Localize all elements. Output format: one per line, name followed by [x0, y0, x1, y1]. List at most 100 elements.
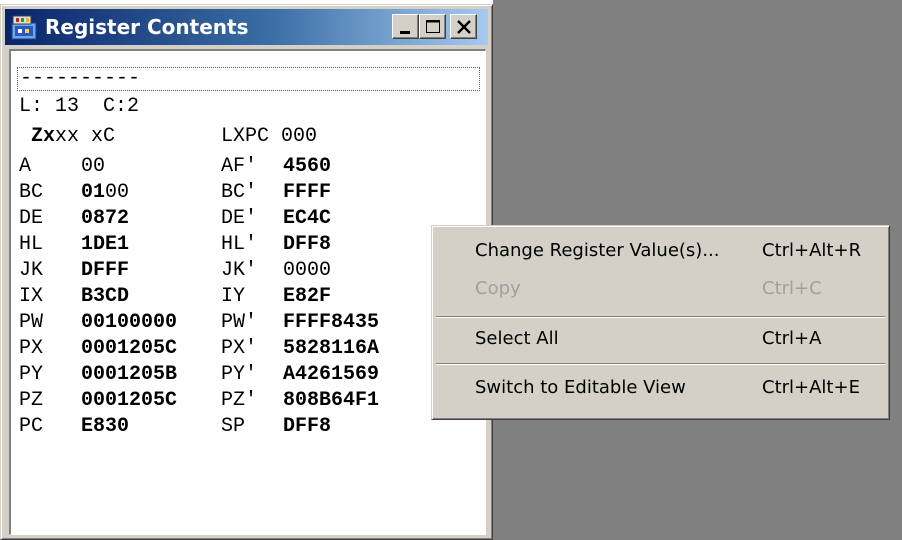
menu-item-label: Copy — [475, 278, 521, 299]
register-value-alt: DFF8 — [283, 233, 332, 256]
register-value-alt: E82F — [283, 285, 332, 308]
register-row: JK DFFF JK' 0000 — [11, 258, 485, 284]
menu-item-shortcut: Ctrl+A — [762, 328, 822, 349]
register-row: PY 0001205B PY' A4261569 — [11, 362, 485, 388]
register-value: 1DE1 — [81, 232, 129, 258]
register-value: 0100 — [81, 180, 129, 206]
register-row: DE 0872 DE' EC4C — [11, 206, 485, 232]
register-name-alt: HL' — [221, 233, 258, 256]
menu-item-label: Select All — [475, 328, 559, 349]
register-name: PW — [19, 311, 44, 334]
register-value: 00 — [81, 154, 105, 180]
register-value-unchanged: 00 — [81, 155, 106, 178]
register-name-alt: AF' — [221, 155, 258, 178]
register-app-icon — [11, 15, 37, 40]
register-value: E830 — [81, 414, 129, 440]
register-name: IX — [19, 285, 44, 308]
register-name-alt: DE' — [221, 207, 258, 230]
maximize-icon — [426, 20, 440, 33]
register-value: 0872 — [81, 206, 129, 232]
flags-bold: Zx — [31, 125, 56, 148]
register-name: PX — [19, 337, 44, 360]
menu-item-shortcut: Ctrl+C — [762, 278, 822, 299]
register-value-alt: EC4C — [283, 207, 332, 230]
close-button[interactable] — [450, 14, 477, 39]
register-row: PW 00100000 PW' FFFF8435 — [11, 310, 485, 336]
window-title: Register Contents — [45, 15, 249, 39]
menu-item-label: Change Register Value(s)... — [475, 240, 720, 261]
flags-rest: xx xC — [55, 125, 116, 148]
register-row: BC 0100 BC' FFFF — [11, 180, 485, 206]
register-name: PY — [19, 363, 44, 386]
register-value: 0001205C — [81, 336, 177, 362]
register-name-alt: PZ' — [221, 389, 258, 412]
register-name-alt: PY' — [221, 363, 258, 386]
register-name: DE — [19, 207, 44, 230]
menu-item-change-register[interactable]: Change Register Value(s)... Ctrl+Alt+R — [435, 232, 886, 270]
register-value-alt: 5828116A — [283, 337, 380, 360]
menu-item-switch-editable[interactable]: Switch to Editable View Ctrl+Alt+E — [435, 369, 886, 407]
register-row: A 00 AF' 4560 — [11, 154, 485, 180]
register-value: 00100000 — [81, 310, 177, 336]
register-value-changed: 1DE1 — [81, 233, 130, 256]
lxpc-label: LXPC — [221, 125, 270, 148]
menu-separator — [436, 316, 885, 318]
register-row: PX 0001205C PX' 5828116A — [11, 336, 485, 362]
menu-item-copy[interactable]: Copy Ctrl+C — [435, 270, 886, 308]
minimize-button[interactable] — [392, 14, 419, 39]
register-name-alt: PW' — [221, 311, 258, 334]
lxpc-value: 000 — [281, 125, 318, 148]
register-name-alt: SP — [221, 415, 246, 438]
menu-separator — [436, 363, 885, 365]
register-name-alt: PX' — [221, 337, 258, 360]
close-icon — [457, 20, 471, 34]
register-value-changed: 0001205C — [81, 389, 178, 412]
minimize-icon — [400, 31, 410, 34]
context-menu: Change Register Value(s)... Ctrl+Alt+R C… — [431, 225, 890, 420]
register-value-alt: A4261569 — [283, 363, 380, 386]
register-name: PC — [19, 415, 44, 438]
register-row: IX B3CD IY E82F — [11, 284, 485, 310]
cursor-position: L: 13 C:2 — [19, 95, 140, 118]
register-value-alt: 0000 — [283, 259, 332, 282]
register-value-alt: 808B64F1 — [283, 389, 380, 412]
register-value-changed: 0001205C — [81, 337, 178, 360]
flags-register: Zxxx xC — [31, 125, 115, 149]
register-value-changed: DFFF — [81, 259, 130, 282]
register-name: HL — [19, 233, 44, 256]
register-name-alt: BC' — [221, 181, 258, 204]
register-value-unchanged: 00 — [105, 181, 130, 204]
register-name: JK — [19, 259, 44, 282]
register-value-changed: 01 — [81, 181, 106, 204]
register-value-changed: 00100000 — [81, 311, 178, 334]
register-row: PZ 0001205C PZ' 808B64F1 — [11, 388, 485, 414]
register-value-changed: 0872 — [81, 207, 130, 230]
maximize-button[interactable] — [419, 14, 446, 39]
register-value-alt: 4560 — [283, 155, 332, 178]
register-value-changed: E830 — [81, 415, 130, 438]
register-value: B3CD — [81, 284, 129, 310]
register-value-alt: FFFF8435 — [283, 311, 380, 334]
title-bar[interactable]: Register Contents — [5, 9, 488, 45]
menu-item-label: Switch to Editable View — [475, 377, 686, 398]
register-view[interactable]: ---------- L: 13 C:2 Zxxx xC LXPC 000 A 0… — [9, 49, 486, 535]
register-row: HL 1DE1 HL' DFF8 — [11, 232, 485, 258]
register-value-alt: DFF8 — [283, 415, 332, 438]
register-name-alt: JK' — [221, 259, 258, 282]
register-contents-window: Register Contents ---------- L: 13 C:2 Z… — [0, 4, 493, 540]
lxpc-register: LXPC 000 — [221, 125, 317, 149]
register-value-changed: 0001205B — [81, 363, 178, 386]
register-name: BC — [19, 181, 44, 204]
register-value: 0001205C — [81, 388, 177, 414]
register-name: PZ — [19, 389, 44, 412]
register-name-alt: IY — [221, 285, 246, 308]
register-row: PC E830 SP DFF8 — [11, 414, 485, 440]
register-name: A — [19, 155, 32, 178]
menu-item-shortcut: Ctrl+Alt+R — [762, 240, 862, 261]
register-value: DFFF — [81, 258, 129, 284]
register-value: 0001205B — [81, 362, 177, 388]
register-value-changed: B3CD — [81, 285, 130, 308]
menu-item-shortcut: Ctrl+Alt+E — [762, 377, 860, 398]
register-value-alt: FFFF — [283, 181, 332, 204]
menu-item-select-all[interactable]: Select All Ctrl+A — [435, 320, 886, 358]
